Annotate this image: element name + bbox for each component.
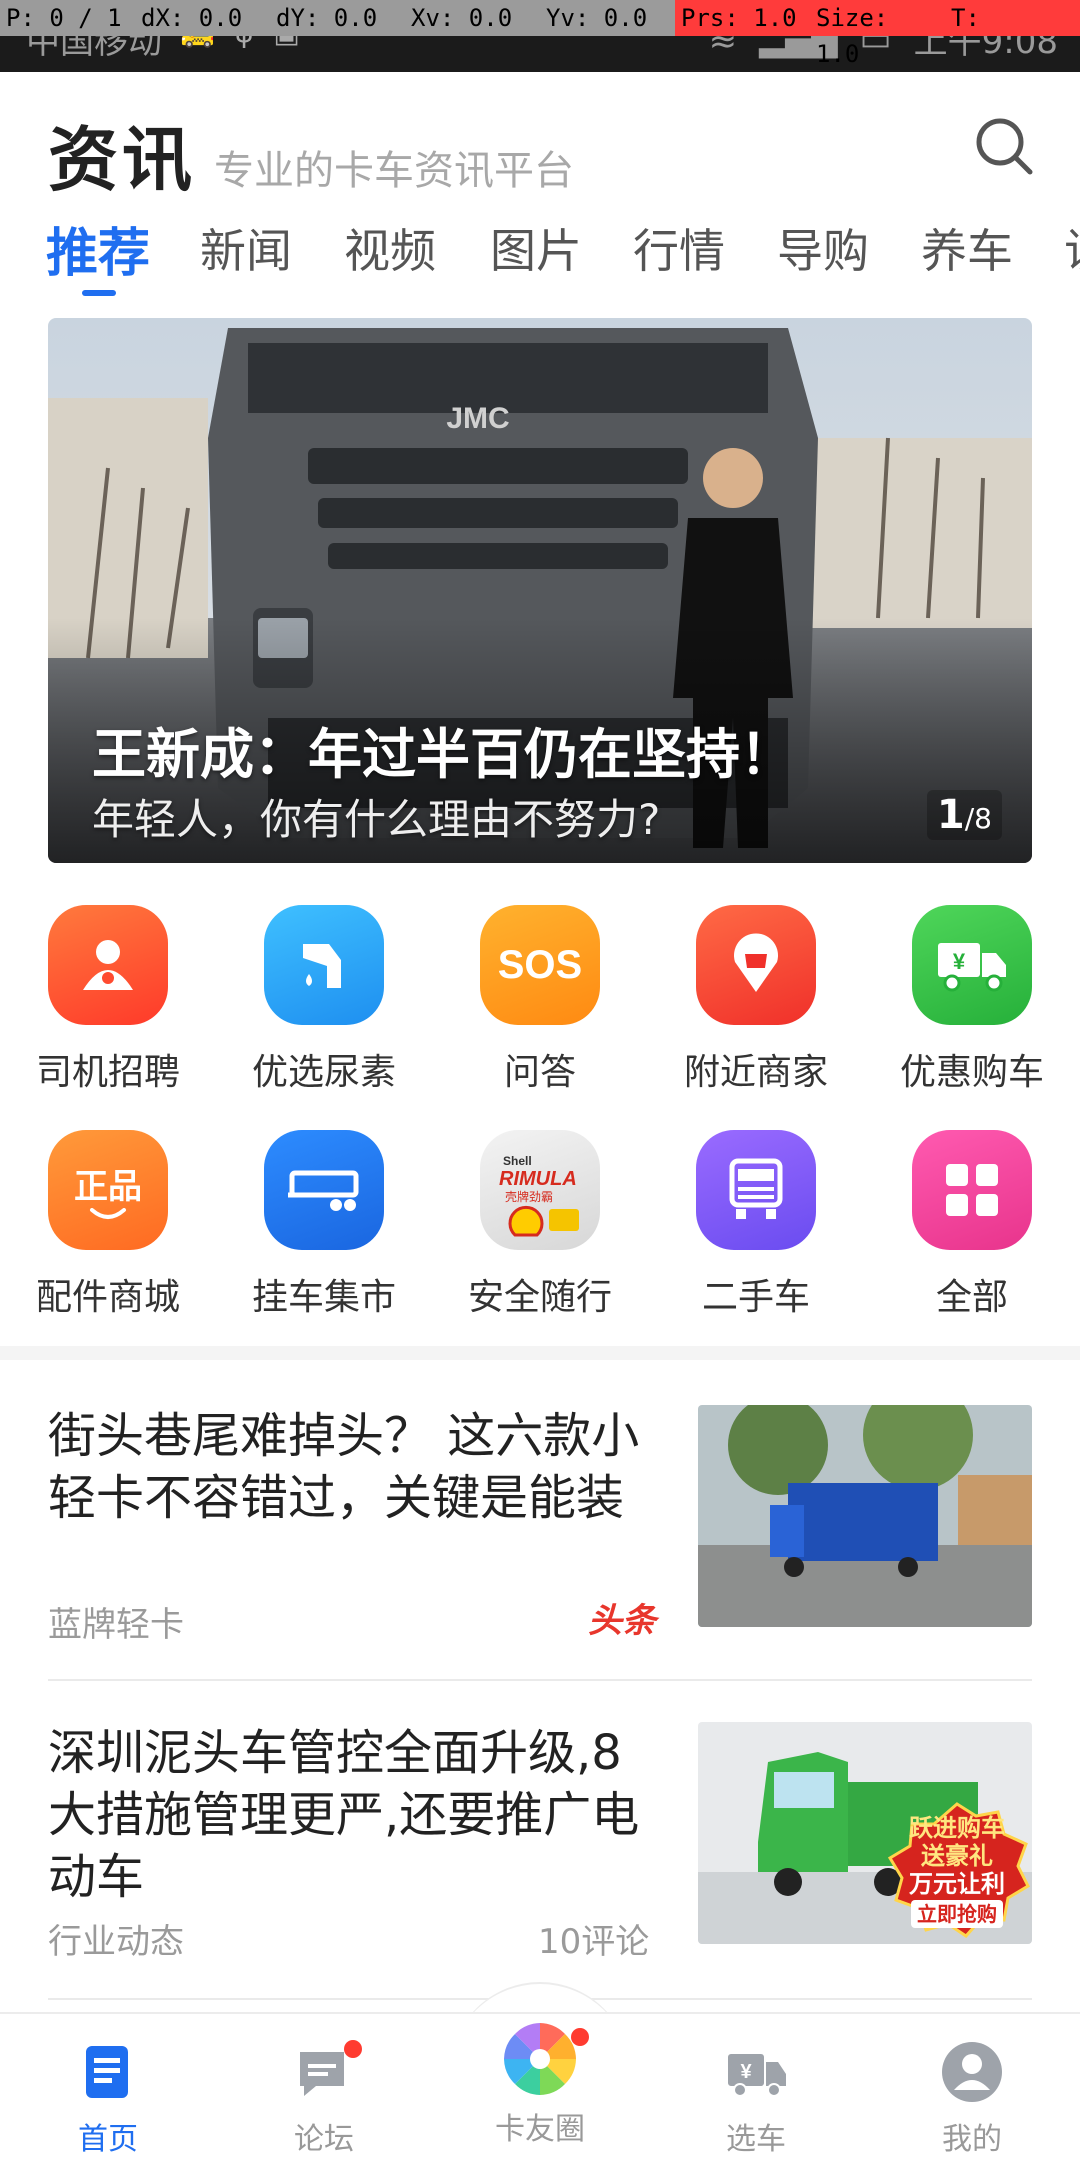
- svg-text:¥: ¥: [953, 949, 966, 974]
- nav-choose-truck[interactable]: ¥ 选车: [648, 2040, 864, 2158]
- debug-dx: dX: 0.0: [135, 0, 270, 36]
- grid-used-truck[interactable]: 二手车: [648, 1130, 864, 1320]
- comment-count: 10评论: [538, 1922, 650, 1962]
- news-title: 深圳泥头车管控全面升级,8大措施管理更严,还要推广电动车: [48, 1725, 640, 1905]
- grid-trailer-market[interactable]: 挂车集市: [216, 1130, 432, 1320]
- featured-banner[interactable]: JMC 王新成：年过半百仍在坚持！ 年轻人，你有什么理由不努力? 1/8: [48, 318, 1032, 863]
- forum-icon: [292, 2040, 362, 2104]
- grid-discount-truck[interactable]: ¥ 优惠购车: [864, 905, 1080, 1095]
- page-header: 资讯 专业的卡车资讯平台: [0, 72, 1080, 202]
- grid-label: 问答: [503, 1052, 576, 1093]
- news-separator: [48, 1679, 1032, 1681]
- news-source: 行业动态: [48, 1922, 184, 1962]
- grid-all[interactable]: 全部: [864, 1130, 1080, 1320]
- debug-dy: dY: 0.0: [270, 0, 405, 36]
- svg-text:Shell: Shell: [503, 1154, 532, 1168]
- tab-recommend[interactable]: 推荐: [46, 215, 150, 286]
- category-tabs: 推荐 新闻 视频 图片 行情 导购 养车 访: [0, 215, 1080, 295]
- profile-icon: [940, 2040, 1004, 2104]
- store-pin-icon: [696, 905, 816, 1025]
- truck-select-icon: ¥: [724, 2040, 788, 2104]
- tab-interview[interactable]: 访: [1064, 215, 1080, 281]
- grid-urea[interactable]: 优选尿素: [216, 905, 432, 1095]
- tab-market[interactable]: 行情: [633, 215, 725, 281]
- promo-text: 跃进购车 送豪礼 万元让利 立即抢购: [909, 1814, 1005, 1928]
- tab-pictures[interactable]: 图片: [490, 215, 582, 281]
- news-thumbnail: [698, 1405, 1032, 1627]
- debug-p: P: 0 / 1: [0, 0, 135, 36]
- banner-page-counter: 1/8: [926, 790, 1002, 840]
- grid-label: 司机招聘: [35, 1052, 180, 1093]
- debug-size: Size: 1.0: [810, 0, 945, 68]
- notification-dot: [344, 2040, 362, 2058]
- debug-prs: Prs: 1.0: [675, 0, 810, 36]
- truck-yen-icon: ¥: [912, 905, 1032, 1025]
- grid-safety[interactable]: Shell RIMULA 壳牌劲霸 安全随行: [432, 1130, 648, 1320]
- sos-icon: SOS: [480, 905, 600, 1025]
- toutiao-badge: 头条: [588, 1601, 656, 1641]
- banner-current-page: 1: [936, 792, 965, 838]
- news-item[interactable]: 深圳泥头车管控全面升级,8大措施管理更严,还要推广电动车 行业动态 10评论 跃…: [48, 1722, 1032, 1962]
- pinwheel-icon: [495, 2014, 589, 2104]
- banner-subline: 年轻人，你有什么理由不努力?: [92, 795, 661, 844]
- grid-qa[interactable]: SOS 问答: [432, 905, 648, 1095]
- nav-truck-friends[interactable]: 卡友圈: [432, 2014, 648, 2148]
- banner-headline: 王新成：年过半百仍在坚持！: [92, 723, 794, 786]
- all-grid-icon: [912, 1130, 1032, 1250]
- bottom-navigation: 首页 论坛 卡友圈 ¥ 选车 我的: [0, 2012, 1080, 2160]
- blue-truck-photo: [698, 1405, 1032, 1627]
- debug-yv: Yv: 0.0: [540, 0, 675, 36]
- news-source: 蓝牌轻卡: [48, 1605, 184, 1645]
- nav-forum[interactable]: 论坛: [216, 2040, 432, 2158]
- tab-video[interactable]: 视频: [344, 215, 436, 281]
- news-thumbnail: 跃进购车 送豪礼 万元让利 立即抢购: [698, 1722, 1032, 1944]
- used-truck-icon: [696, 1130, 816, 1250]
- shell-rimula-icon: Shell RIMULA 壳牌劲霸: [480, 1130, 600, 1250]
- nav-home[interactable]: 首页: [0, 2040, 216, 2158]
- news-item[interactable]: 街头巷尾难掉头？ 这六款小轻卡不容错过，关键是能装 蓝牌轻卡 头条: [48, 1405, 1032, 1645]
- nav-label: 我的: [942, 2122, 1002, 2157]
- nav-label: 选车: [726, 2122, 786, 2157]
- search-icon[interactable]: [972, 114, 1036, 178]
- grid-label: 挂车集市: [251, 1277, 396, 1318]
- page-subtitle: 专业的卡车资讯平台: [214, 148, 574, 194]
- svg-text:RIMULA: RIMULA: [499, 1168, 577, 1190]
- grid-parts-mall[interactable]: 正品 配件商城: [0, 1130, 216, 1320]
- grid-label: 二手车: [701, 1277, 810, 1318]
- banner-total-pages: /8: [964, 802, 992, 835]
- svg-text:¥: ¥: [740, 2061, 752, 2083]
- home-icon: [76, 2040, 140, 2104]
- grid-label: 全部: [935, 1277, 1008, 1318]
- nav-label: 首页: [78, 2122, 138, 2157]
- news-title: 街头巷尾难掉头？ 这六款小轻卡不容错过，关键是能装: [48, 1408, 640, 1526]
- tab-buying-guide[interactable]: 导购: [777, 215, 869, 281]
- driver-recruit-icon: [48, 905, 168, 1025]
- nav-profile[interactable]: 我的: [864, 2040, 1080, 2158]
- genuine-parts-icon: 正品: [48, 1130, 168, 1250]
- debug-xv: Xv: 0.0: [405, 0, 540, 36]
- grid-label: 优选尿素: [251, 1052, 396, 1093]
- tab-news[interactable]: 新闻: [200, 215, 292, 281]
- grid-nearby-store[interactable]: 附近商家: [648, 905, 864, 1095]
- notification-dot: [571, 2028, 589, 2046]
- page-title: 资讯: [48, 118, 196, 201]
- active-tab-indicator: [82, 290, 116, 296]
- grid-label: 配件商城: [35, 1277, 180, 1318]
- promo-badge[interactable]: 跃进购车 送豪礼 万元让利 立即抢购: [882, 1800, 1032, 1944]
- fuel-nozzle-icon: [264, 905, 384, 1025]
- trailer-icon: [264, 1130, 384, 1250]
- section-divider: [0, 1346, 1080, 1360]
- grid-label: 优惠购车: [899, 1052, 1044, 1093]
- grid-label: 附近商家: [683, 1052, 828, 1093]
- grid-label: 安全随行: [467, 1277, 612, 1318]
- nav-label: 论坛: [294, 2122, 354, 2157]
- debug-t: T: 119629: [945, 0, 1080, 36]
- grid-driver-recruit[interactable]: 司机招聘: [0, 905, 216, 1095]
- tab-maintenance[interactable]: 养车: [921, 215, 1013, 281]
- nav-label: 卡友圈: [495, 2112, 585, 2147]
- svg-text:壳牌劲霸: 壳牌劲霸: [505, 1190, 553, 1204]
